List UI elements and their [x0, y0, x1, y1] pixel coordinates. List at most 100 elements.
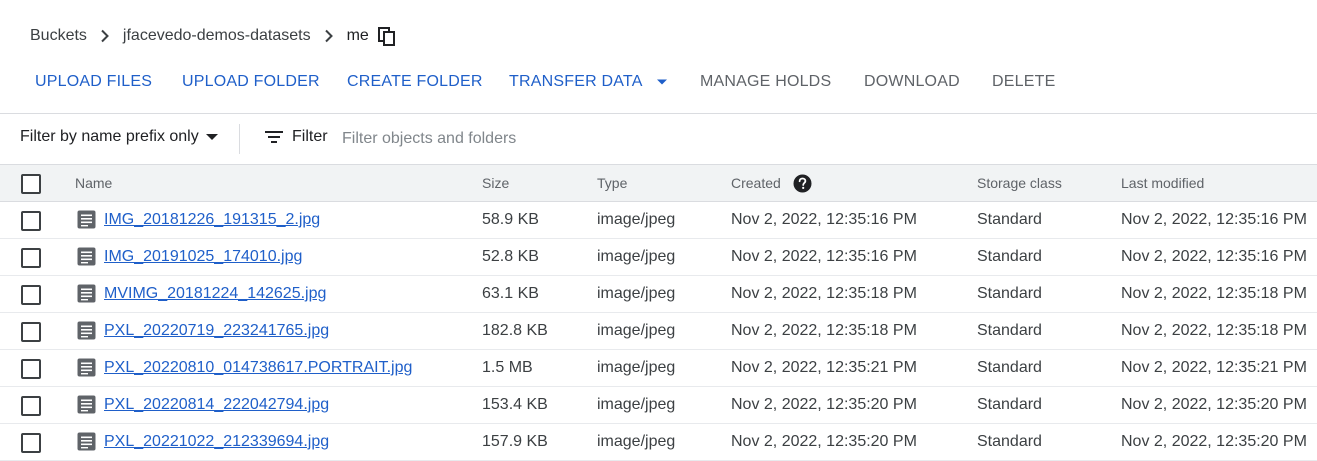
row-checkbox[interactable] [21, 248, 41, 268]
file-created: Nov 2, 2022, 12:35:16 PM [731, 248, 917, 265]
file-type: image/jpeg [597, 248, 676, 265]
help-icon[interactable] [793, 174, 812, 193]
file-name-link[interactable]: IMG_20181226_191315_2.jpg [104, 211, 320, 229]
row-checkbox[interactable] [21, 359, 41, 379]
table-row[interactable]: PXL_20221022_212339694.jpg 157.9 KB imag… [0, 424, 1317, 461]
objects-table: Name Size Type Created Storage class Las… [0, 164, 1317, 461]
breadcrumb-buckets[interactable]: Buckets [30, 27, 87, 45]
file-icon [77, 395, 96, 414]
file-icon [77, 321, 96, 340]
file-size: 1.5 MB [482, 359, 533, 376]
column-header-created-label: Created [731, 175, 781, 191]
breadcrumb: Buckets jfacevedo-demos-datasets me [30, 24, 397, 48]
table-row[interactable]: IMG_20181226_191315_2.jpg 58.9 KB image/… [0, 202, 1317, 239]
column-header-last-modified[interactable]: Last modified [1121, 165, 1204, 201]
download-button[interactable]: DOWNLOAD [864, 73, 960, 91]
file-storage-class: Standard [977, 396, 1042, 413]
file-created: Nov 2, 2022, 12:35:16 PM [731, 211, 917, 228]
breadcrumb-current: me [346, 27, 369, 44]
column-header-name[interactable]: Name [75, 165, 112, 201]
upload-folder-button[interactable]: UPLOAD FOLDER [182, 73, 320, 91]
file-created: Nov 2, 2022, 12:35:18 PM [731, 285, 917, 302]
action-toolbar: UPLOAD FILES UPLOAD FOLDER CREATE FOLDER… [0, 64, 1317, 102]
file-last-modified: Nov 2, 2022, 12:35:21 PM [1121, 359, 1307, 376]
prefix-filter-label: Filter by name prefix only [20, 128, 199, 145]
row-checkbox[interactable] [21, 433, 41, 453]
file-storage-class: Standard [977, 433, 1042, 450]
file-type: image/jpeg [597, 396, 676, 413]
file-icon [77, 358, 96, 377]
row-checkbox[interactable] [21, 322, 41, 342]
file-name-link[interactable]: PXL_20220719_223241765.jpg [104, 322, 329, 340]
file-created: Nov 2, 2022, 12:35:20 PM [731, 433, 917, 450]
file-size: 58.9 KB [482, 211, 539, 228]
table-row[interactable]: PXL_20220814_222042794.jpg 153.4 KB imag… [0, 387, 1317, 424]
file-created: Nov 2, 2022, 12:35:18 PM [731, 322, 917, 339]
caret-down-icon [656, 73, 668, 91]
filter-icon [264, 130, 284, 144]
table-header: Name Size Type Created Storage class Las… [0, 164, 1317, 202]
file-last-modified: Nov 2, 2022, 12:35:20 PM [1121, 396, 1307, 413]
column-header-storage-class[interactable]: Storage class [977, 165, 1062, 201]
file-type: image/jpeg [597, 359, 676, 376]
upload-files-button[interactable]: UPLOAD FILES [35, 73, 152, 91]
table-row[interactable]: MVIMG_20181224_142625.jpg 63.1 KB image/… [0, 276, 1317, 313]
row-checkbox[interactable] [21, 396, 41, 416]
file-icon [77, 210, 96, 229]
file-type: image/jpeg [597, 433, 676, 450]
create-folder-button[interactable]: CREATE FOLDER [347, 73, 483, 91]
table-row[interactable]: IMG_20191025_174010.jpg 52.8 KB image/jp… [0, 239, 1317, 276]
delete-button[interactable]: DELETE [992, 73, 1055, 91]
file-created: Nov 2, 2022, 12:35:20 PM [731, 396, 917, 413]
chevron-right-icon [317, 24, 341, 48]
file-icon [77, 284, 96, 303]
file-storage-class: Standard [977, 211, 1042, 228]
file-storage-class: Standard [977, 359, 1042, 376]
file-storage-class: Standard [977, 248, 1042, 265]
prefix-filter-select[interactable]: Filter by name prefix only [20, 128, 219, 146]
filter-bar: Filter by name prefix only Filter [0, 114, 1317, 164]
file-size: 52.8 KB [482, 248, 539, 265]
file-last-modified: Nov 2, 2022, 12:35:20 PM [1121, 433, 1307, 450]
file-type: image/jpeg [597, 211, 676, 228]
file-size: 182.8 KB [482, 322, 548, 339]
file-name-link[interactable]: PXL_20221022_212339694.jpg [104, 433, 329, 451]
column-header-size[interactable]: Size [482, 165, 509, 201]
file-storage-class: Standard [977, 285, 1042, 302]
file-storage-class: Standard [977, 322, 1042, 339]
file-name-link[interactable]: MVIMG_20181224_142625.jpg [104, 285, 326, 303]
file-name-link[interactable]: IMG_20191025_174010.jpg [104, 248, 302, 266]
copy-icon[interactable] [377, 26, 397, 46]
file-size: 153.4 KB [482, 396, 548, 413]
file-name-link[interactable]: PXL_20220814_222042794.jpg [104, 396, 329, 414]
row-checkbox[interactable] [21, 211, 41, 231]
column-header-created[interactable]: Created [731, 165, 812, 201]
transfer-data-button[interactable]: TRANSFER DATA [509, 73, 668, 91]
caret-down-icon [205, 133, 219, 141]
select-all-checkbox[interactable] [21, 174, 41, 194]
file-last-modified: Nov 2, 2022, 12:35:18 PM [1121, 285, 1307, 302]
file-created: Nov 2, 2022, 12:35:21 PM [731, 359, 917, 376]
file-type: image/jpeg [597, 322, 676, 339]
chevron-right-icon [93, 24, 117, 48]
table-body: IMG_20181226_191315_2.jpg 58.9 KB image/… [0, 202, 1317, 461]
file-size: 157.9 KB [482, 433, 548, 450]
filter-label: Filter [292, 128, 328, 145]
row-checkbox[interactable] [21, 285, 41, 305]
transfer-data-label: TRANSFER DATA [509, 73, 642, 91]
file-last-modified: Nov 2, 2022, 12:35:16 PM [1121, 211, 1307, 228]
file-last-modified: Nov 2, 2022, 12:35:16 PM [1121, 248, 1307, 265]
filter-button[interactable]: Filter [264, 128, 328, 146]
breadcrumb-bucket[interactable]: jfacevedo-demos-datasets [123, 27, 311, 45]
file-icon [77, 432, 96, 451]
file-icon [77, 247, 96, 266]
table-row[interactable]: PXL_20220810_014738617.PORTRAIT.jpg 1.5 … [0, 350, 1317, 387]
file-type: image/jpeg [597, 285, 676, 302]
file-name-link[interactable]: PXL_20220810_014738617.PORTRAIT.jpg [104, 359, 412, 377]
table-row[interactable]: PXL_20220719_223241765.jpg 182.8 KB imag… [0, 313, 1317, 350]
file-last-modified: Nov 2, 2022, 12:35:18 PM [1121, 322, 1307, 339]
column-header-type[interactable]: Type [597, 165, 627, 201]
manage-holds-button[interactable]: MANAGE HOLDS [700, 73, 831, 91]
file-size: 63.1 KB [482, 285, 539, 302]
filter-input[interactable] [340, 125, 944, 153]
